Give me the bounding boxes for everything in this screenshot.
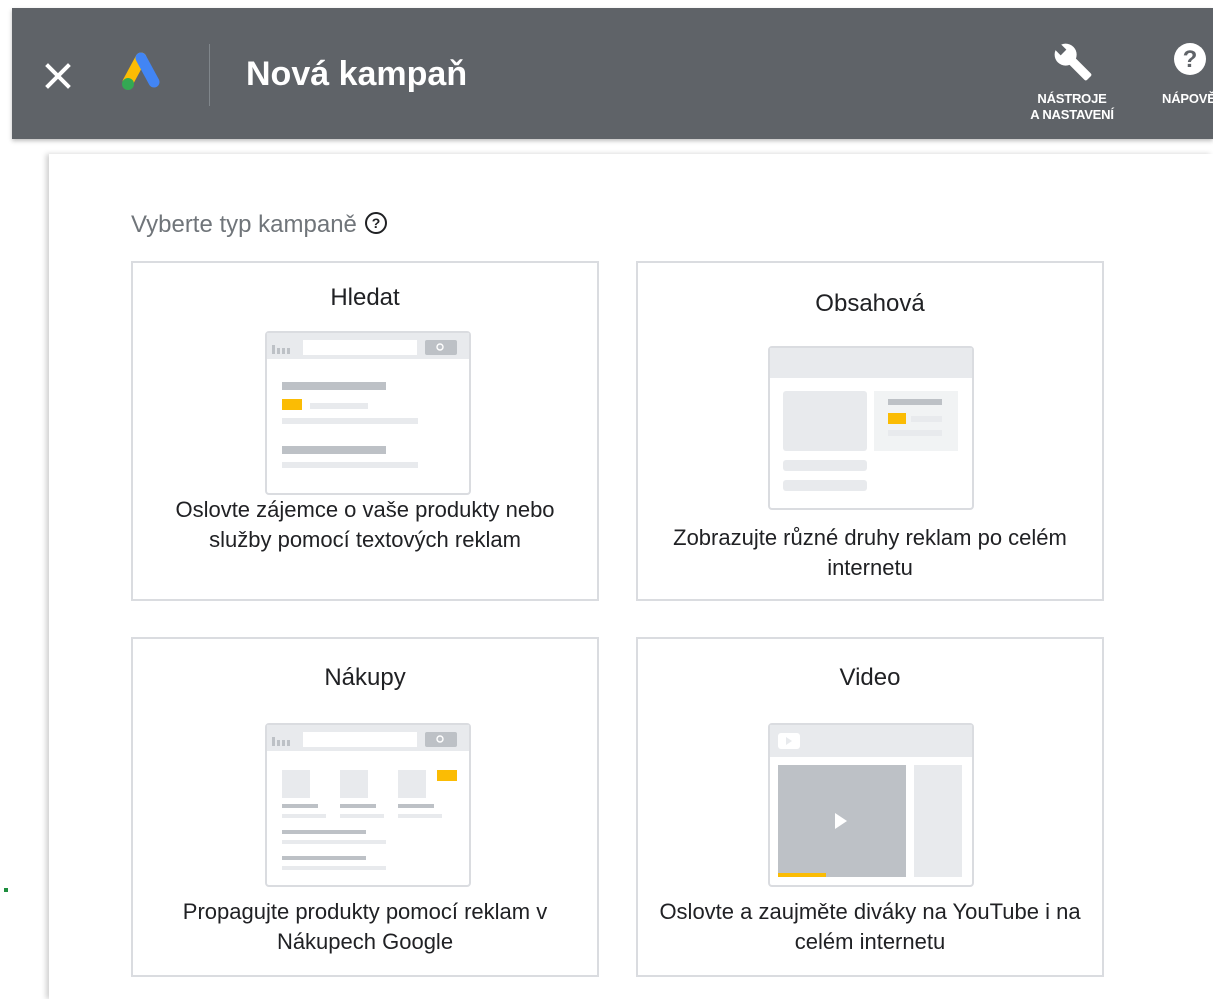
video-ad-illustration [768,723,974,887]
page-title: Nová kampaň [246,55,468,93]
campaign-type-card-search[interactable]: Hledat Oslovte zájemce o vaše produkty n… [131,261,599,601]
section-heading: Vyberte typ kampaně ? [131,209,389,241]
tools-and-settings-button[interactable]: NÁSTROJE A NASTAVENÍ [1016,36,1128,123]
campaign-type-card-shopping[interactable]: Nákupy Propagujte produkty pomocí reklam… [131,637,599,977]
close-button[interactable] [40,58,76,94]
help-outline-icon[interactable]: ? [363,210,389,236]
svg-text:?: ? [372,215,381,231]
card-description: Oslovte zájemce o vaše produkty nebo slu… [175,497,555,552]
help-button[interactable]: ? NÁPOVĚDA [1148,36,1213,107]
campaign-type-card-display[interactable]: Obsahová Zobrazujte různé druhy reklam p… [636,261,1104,601]
side-indicator-dot [4,888,8,892]
top-app-bar: Nová kampaň NÁSTROJE A NASTAVENÍ ? NÁPOV… [12,8,1213,139]
svg-text:?: ? [1183,46,1198,73]
campaign-type-card-video[interactable]: Video Oslovte a zaujměte diváky na YouTu… [636,637,1104,977]
card-description: Oslovte a zaujměte diváky na YouTube i n… [659,899,1081,954]
help-icon: ? [1174,43,1206,75]
header-divider [209,44,210,106]
card-description: Propagujte produkty pomocí reklam v Náku… [182,899,548,954]
help-label: NÁPOVĚDA [1162,91,1213,106]
campaign-type-panel: Vyberte typ kampaně ? Hledat Oslovte záj… [49,154,1213,999]
wrench-icon [1053,42,1092,81]
search-ad-illustration [265,331,471,495]
card-title: Obsahová [815,290,925,317]
card-description: Zobrazujte různé druhy reklam po celém i… [673,525,1067,580]
card-title: Video [839,664,901,691]
google-ads-logo [116,52,166,96]
tools-label-line2: A NASTAVENÍ [1030,107,1114,122]
card-title: Nákupy [324,664,406,691]
card-title: Hledat [330,284,400,311]
display-ad-illustration [768,346,974,510]
tools-label-line1: NÁSTROJE [1037,91,1107,106]
shopping-ad-illustration [265,723,471,887]
section-heading-text: Vyberte typ kampaně [131,211,357,238]
close-icon [45,63,71,89]
